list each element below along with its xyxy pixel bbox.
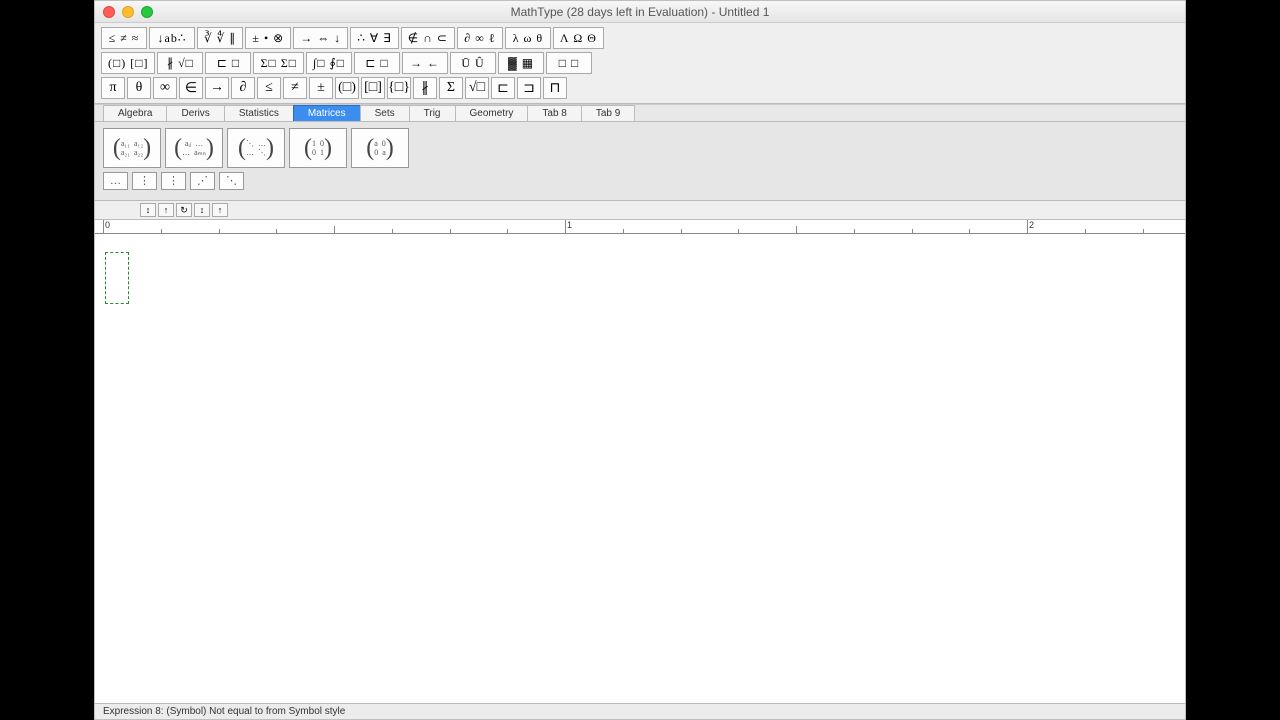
minimize-icon[interactable] xyxy=(122,6,134,18)
quick-symbol-row: πθ∞∈→∂≤≠±(□)[□]{□}∦Σ√□⊏⊐⊓ xyxy=(101,77,1179,99)
tab-sets[interactable]: Sets xyxy=(360,105,410,121)
tab-matrices[interactable]: Matrices xyxy=(293,105,361,121)
matrix-template-button[interactable]: (a₁₁ a₁₂a₂₁ a₂₂) xyxy=(103,128,161,168)
palette-button[interactable]: {□} xyxy=(387,77,411,99)
matrix-ellipsis-button[interactable]: ⋮ xyxy=(132,172,157,190)
tab-derivs[interactable]: Derivs xyxy=(166,105,224,121)
palette-button[interactable]: □ □ xyxy=(546,52,592,74)
alignment-toolbar: ↕↑↻↕↑ xyxy=(95,201,1185,220)
palette-button[interactable]: → ← xyxy=(402,52,448,74)
palette-button[interactable]: ± • ⊗ xyxy=(245,27,291,49)
matrix-ellipsis-button[interactable]: ⋮ xyxy=(161,172,186,190)
palette-button[interactable]: ⊓ xyxy=(543,77,567,99)
palette-button[interactable]: ⊏ □ xyxy=(354,52,400,74)
category-tabbar: AlgebraDerivsStatisticsMatricesSetsTrigG… xyxy=(95,104,1185,122)
tab-algebra[interactable]: Algebra xyxy=(103,105,167,121)
palette-button[interactable]: → ⇔ ↓ xyxy=(293,27,348,49)
titlebar: MathType (28 days left in Evaluation) - … xyxy=(95,1,1185,23)
matrix-template-button[interactable]: (1 00 1) xyxy=(289,128,347,168)
palette-button[interactable]: Σ□ Σ□ xyxy=(253,52,303,74)
insertion-slot[interactable] xyxy=(105,252,129,304)
palette-button[interactable]: ≠ xyxy=(283,77,307,99)
matrix-template-button[interactable]: (⋱ …… ⋱) xyxy=(227,128,285,168)
align-button[interactable]: ↕ xyxy=(140,203,156,217)
tab-geometry[interactable]: Geometry xyxy=(455,105,529,121)
ruler-number: 2 xyxy=(1029,220,1034,230)
palette-button[interactable]: ∞ xyxy=(153,77,177,99)
palette-button[interactable]: ↓ab∴ xyxy=(149,27,195,49)
palette-button[interactable]: Λ Ω Θ xyxy=(553,27,604,49)
palette-button[interactable]: ≤ xyxy=(257,77,281,99)
palette-button[interactable]: [□] xyxy=(361,77,385,99)
tab-tab-8[interactable]: Tab 8 xyxy=(527,105,581,121)
palette-button[interactable]: ≤ ≠ ≈ xyxy=(101,27,147,49)
palette-button[interactable]: (□) xyxy=(335,77,359,99)
matrix-template-row-2: …⋮⋮⋰⋱ xyxy=(103,172,1177,190)
ruler-number: 1 xyxy=(567,220,572,230)
tab-trig[interactable]: Trig xyxy=(409,105,456,121)
matrix-template-row-1: (a₁₁ a₁₂a₂₁ a₂₂)(aᵢⱼ …… aₘₙ)(⋱ …… ⋱)(1 0… xyxy=(103,128,1177,168)
status-text: Expression 8: (Symbol) Not equal to from… xyxy=(103,706,345,717)
palette-button[interactable]: ⊐ xyxy=(517,77,541,99)
palette-button[interactable]: ∦ √□ xyxy=(157,52,203,74)
matrix-template-button[interactable]: (aᵢⱼ …… aₘₙ) xyxy=(165,128,223,168)
matrix-ellipsis-button[interactable]: ⋰ xyxy=(190,172,215,190)
matrix-template-button[interactable]: (a 00 a) xyxy=(351,128,409,168)
align-button[interactable]: ↻ xyxy=(176,203,192,217)
palette-button[interactable]: ∫□ ∮□ xyxy=(306,52,352,74)
status-bar: Expression 8: (Symbol) Not equal to from… xyxy=(95,703,1185,719)
template-panel: (a₁₁ a₁₂a₂₁ a₂₂)(aᵢⱼ …… aₘₙ)(⋱ …… ⋱)(1 0… xyxy=(95,122,1185,201)
palette-button[interactable]: ⊏ xyxy=(491,77,515,99)
ruler[interactable]: 0 1 2 xyxy=(95,220,1185,234)
align-button[interactable]: ↑ xyxy=(158,203,174,217)
align-button[interactable]: ↑ xyxy=(212,203,228,217)
symbol-palettes: ≤ ≠ ≈↓ab∴∛ ∜ ∥± • ⊗→ ⇔ ↓∴ ∀ ∃∉ ∩ ⊂∂ ∞ ℓλ… xyxy=(95,23,1185,104)
palette-button[interactable]: Ū Û xyxy=(450,52,496,74)
palette-button[interactable]: ∦ xyxy=(413,77,437,99)
palette-row-2: (□) [□]∦ √□⊏ □Σ□ Σ□∫□ ∮□⊏ □→ ←Ū Û▓ ▦□ □ xyxy=(101,52,1179,74)
palette-button[interactable]: (□) [□] xyxy=(101,52,155,74)
palette-button[interactable]: π xyxy=(101,77,125,99)
palette-button[interactable]: ∂ xyxy=(231,77,255,99)
palette-button[interactable]: ∴ ∀ ∃ xyxy=(350,27,398,49)
close-icon[interactable] xyxy=(103,6,115,18)
palette-button[interactable]: ▓ ▦ xyxy=(498,52,544,74)
palette-row-1: ≤ ≠ ≈↓ab∴∛ ∜ ∥± • ⊗→ ⇔ ↓∴ ∀ ∃∉ ∩ ⊂∂ ∞ ℓλ… xyxy=(101,27,1179,49)
palette-button[interactable]: θ xyxy=(127,77,151,99)
zoom-icon[interactable] xyxy=(141,6,153,18)
editor-canvas[interactable] xyxy=(95,234,1185,703)
palette-button[interactable]: Σ xyxy=(439,77,463,99)
palette-button[interactable]: ⊏ □ xyxy=(205,52,251,74)
palette-button[interactable]: ∈ xyxy=(179,77,203,99)
matrix-ellipsis-button[interactable]: … xyxy=(103,172,128,190)
palette-button[interactable]: λ ω θ xyxy=(505,27,551,49)
app-window: MathType (28 days left in Evaluation) - … xyxy=(94,0,1186,720)
palette-button[interactable]: ∛ ∜ ∥ xyxy=(197,27,243,49)
palette-button[interactable]: ∂ ∞ ℓ xyxy=(457,27,503,49)
tab-statistics[interactable]: Statistics xyxy=(224,105,294,121)
matrix-ellipsis-button[interactable]: ⋱ xyxy=(219,172,244,190)
ruler-number: 0 xyxy=(105,220,110,230)
palette-button[interactable]: → xyxy=(205,77,229,99)
palette-button[interactable]: ± xyxy=(309,77,333,99)
palette-button[interactable]: √□ xyxy=(465,77,489,99)
palette-button[interactable]: ∉ ∩ ⊂ xyxy=(401,27,455,49)
align-button[interactable]: ↕ xyxy=(194,203,210,217)
window-title: MathType (28 days left in Evaluation) - … xyxy=(95,5,1185,19)
tab-tab-9[interactable]: Tab 9 xyxy=(581,105,635,121)
window-controls xyxy=(103,6,153,18)
